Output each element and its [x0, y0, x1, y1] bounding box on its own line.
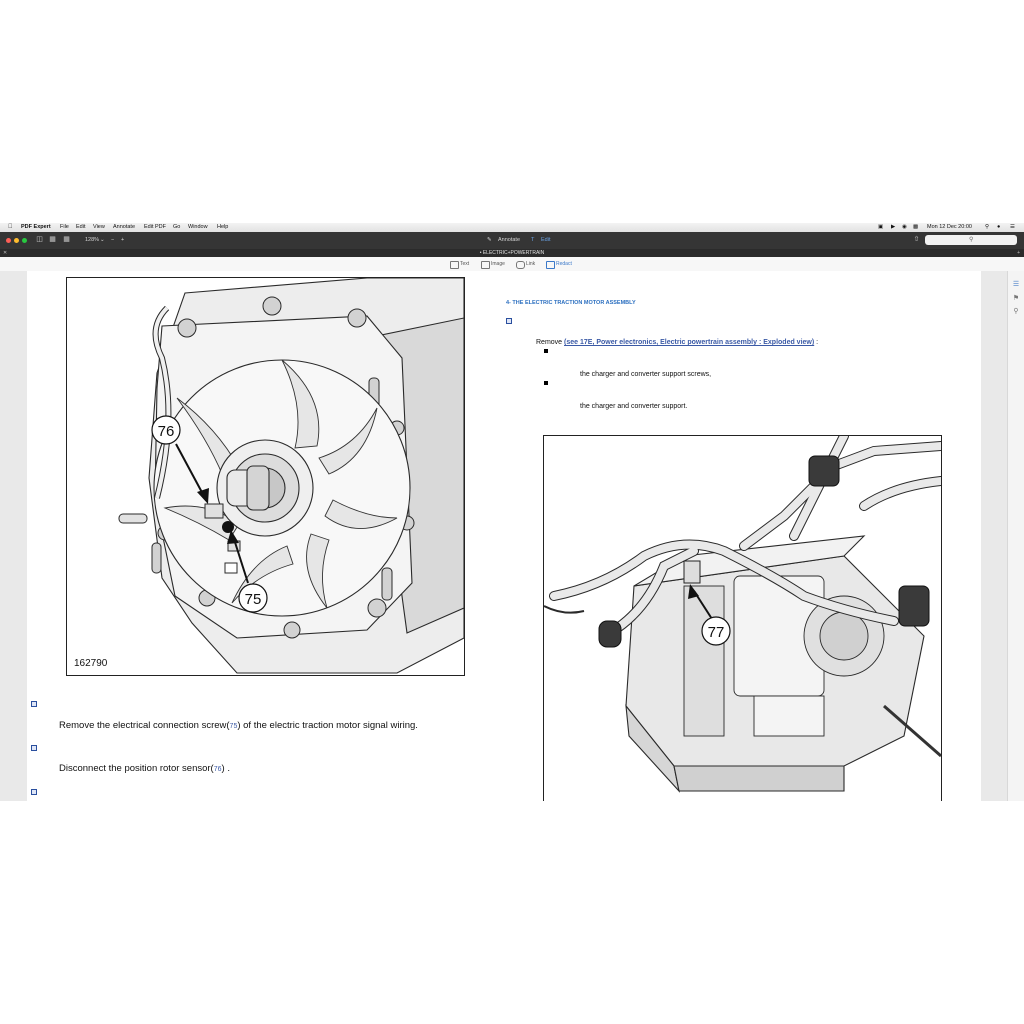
screen-mirroring-icon[interactable]: ▣	[878, 223, 883, 232]
menu-edit-pdf[interactable]: Edit PDF	[144, 223, 166, 232]
callout-75-label: 75	[245, 591, 262, 608]
spotlight-search-icon[interactable]: ⚲	[985, 223, 989, 232]
zoom-level[interactable]: 128%	[85, 232, 99, 249]
share-icon[interactable]: ⇧	[912, 236, 921, 244]
pdf-expert-window:  PDF Expert File Edit View Annotate Edi…	[0, 223, 1024, 801]
menu-bar:  PDF Expert File Edit View Annotate Edi…	[0, 223, 1024, 232]
step-disconnect-sensor: Disconnect the position rotor sensor(76)…	[59, 763, 230, 774]
zoom-in-button[interactable]: +	[121, 232, 124, 249]
text-tool-button[interactable]: Text	[460, 257, 469, 271]
edit-tools-bar: Text Image Link Redact	[0, 257, 1024, 272]
section-heading: 4- THE ELECTRIC TRACTION MOTOR ASSEMBLY	[506, 300, 636, 306]
motor-diagram-right: 77	[543, 435, 942, 801]
exploded-view-link[interactable]: (see 17E, Power electronics, Electric po…	[564, 339, 814, 346]
menu-go[interactable]: Go	[173, 223, 180, 232]
zoom-dropdown-chevron-icon[interactable]: ⌄	[100, 232, 105, 249]
outline-panel-icon[interactable]: ☰	[1012, 281, 1020, 289]
menu-app-name[interactable]: PDF Expert	[21, 223, 51, 232]
search-input[interactable]: ⚲	[925, 235, 1017, 245]
figure-id: 162790	[74, 658, 108, 669]
menu-edit[interactable]: Edit	[76, 223, 85, 232]
zoom-out-button[interactable]: −	[111, 232, 114, 249]
new-tab-icon[interactable]: +	[1017, 249, 1020, 257]
notification-center-icon[interactable]: ☰	[1010, 223, 1015, 232]
text-tool-icon[interactable]	[450, 261, 459, 269]
list-bullet	[544, 381, 548, 385]
menu-annotate[interactable]: Annotate	[113, 223, 135, 232]
left-gutter	[0, 271, 27, 801]
control-center-icon[interactable]: ▩	[913, 223, 918, 232]
step-bullet	[31, 745, 37, 751]
tab-bar: ✕ • ELECTRIC+POWERTRAIN +	[0, 249, 1024, 257]
minimize-window-button[interactable]	[14, 238, 19, 243]
redact-tool-icon[interactable]	[546, 261, 555, 269]
motor-wiring-illustration: 77	[544, 436, 941, 793]
step-bullet	[31, 789, 37, 795]
view-mode-icon[interactable]: ▦	[48, 236, 57, 244]
image-tool-button[interactable]: Image	[491, 257, 505, 271]
page-thumbnails-icon[interactable]: ▦	[62, 236, 71, 244]
list-item-support-screws: the charger and converter support screws…	[580, 371, 712, 378]
callout-76-label: 76	[158, 423, 175, 440]
search-panel-icon[interactable]: ⚲	[1012, 308, 1020, 316]
zoom-window-button[interactable]	[22, 238, 27, 243]
step-remove-screw: Remove the electrical connection screw(7…	[59, 720, 418, 731]
step-bullet	[31, 701, 37, 707]
apple-menu-icon[interactable]: 	[8, 223, 13, 232]
menu-help[interactable]: Help	[217, 223, 228, 232]
traction-motor-illustration: 76 75	[118, 278, 464, 674]
sidebar-toggle-icon[interactable]: ◫	[35, 236, 44, 244]
volume-icon[interactable]: ▶	[891, 223, 895, 232]
search-icon: ⚲	[969, 237, 974, 243]
annotate-pen-icon: ✎	[487, 237, 492, 243]
menu-window[interactable]: Window	[188, 223, 208, 232]
bookmark-panel-icon[interactable]: ⚑	[1012, 295, 1020, 303]
link-tool-button[interactable]: Link	[526, 257, 535, 271]
right-side-panel: ☰ ⚑ ⚲	[1007, 271, 1024, 801]
list-item-support: the charger and converter support.	[580, 403, 688, 410]
clock-datetime[interactable]: Mon 12 Dec 20:00	[927, 223, 972, 232]
ref-link-76[interactable]: 76	[214, 766, 222, 773]
app-toolbar: ◫ ▦ ▦ 128% ⌄ − + ✎ Annotate T Edit ⇧ ⚲	[0, 232, 1024, 250]
annotate-mode-button[interactable]: Annotate	[498, 232, 520, 249]
list-bullet	[544, 349, 548, 353]
edit-mode-button[interactable]: Edit	[541, 232, 550, 249]
edit-mode-icon: T	[531, 237, 535, 243]
menu-file[interactable]: File	[60, 223, 69, 232]
image-tool-icon[interactable]	[481, 261, 490, 269]
wifi-icon[interactable]: ◉	[902, 223, 907, 232]
pdf-page: 76 75 162790 Remove the electrical conne…	[27, 271, 981, 801]
step-bullet	[506, 318, 512, 324]
close-window-button[interactable]	[6, 238, 11, 243]
menu-view[interactable]: View	[93, 223, 105, 232]
siri-icon[interactable]: ●	[997, 223, 1000, 232]
motor-diagram-left: 76 75 162790	[66, 277, 465, 676]
callout-77-label: 77	[708, 624, 725, 641]
link-tool-icon[interactable]	[516, 261, 525, 269]
remove-instruction: Remove (see 17E, Power electronics, Elec…	[536, 339, 819, 346]
tab-document-title[interactable]: • ELECTRIC+POWERTRAIN	[0, 249, 1024, 257]
right-gutter	[981, 271, 1007, 801]
redact-tool-button[interactable]: Redact	[556, 257, 572, 271]
